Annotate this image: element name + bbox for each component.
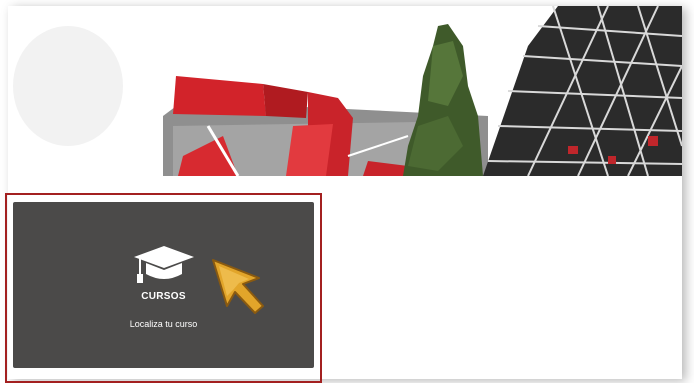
cursos-card[interactable]: CURSOS Localiza tu curso (13, 202, 314, 368)
hero-banner (8, 6, 682, 176)
campus-banner-image (8, 6, 682, 176)
graduation-cap-icon (132, 244, 196, 293)
pointer-arrow-icon (209, 256, 269, 321)
